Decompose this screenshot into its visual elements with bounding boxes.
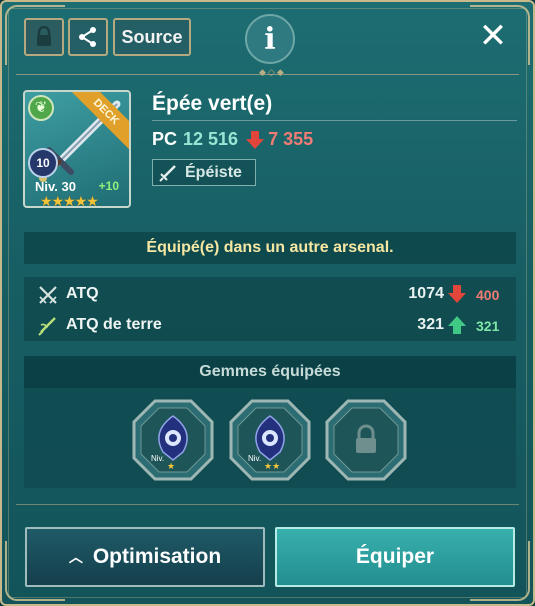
enhance-level: +10 [98,179,119,193]
source-button[interactable]: Source [113,18,191,56]
earth-attack-icon [38,317,56,336]
share-button[interactable] [68,18,108,56]
arrow-down-icon [246,130,265,149]
pc-diff: 7 355 [268,129,314,149]
lock-icon [37,26,51,46]
gems-header: Gemmes équipées [24,356,516,388]
pc-value: 12 516 [183,129,239,149]
stat-name: ATQ [66,285,99,302]
class-tag: Épéiste [152,159,256,186]
stat-diff: 321 [476,318,500,334]
level-badge: 10 [28,148,58,178]
divider-ornament: ◆◇◆ [259,67,286,77]
info-button[interactable]: i [245,14,295,64]
lock-button[interactable] [24,18,64,56]
stat-name: ATQ de terre [66,316,162,333]
sword-class-icon [159,164,176,182]
gem-slot-2[interactable]: Niv. ★★ [228,398,312,482]
equipped-notice: Équipé(e) dans un autre arsenal. [24,232,516,264]
gem-stars: ★ [167,461,176,471]
gem-stars: ★★ [264,461,281,471]
stat-row-atq: ATQ 1074 400 [24,280,516,308]
stats-list: ATQ 1074 400 ATQ de terre 321 321 [24,277,516,341]
equip-label: Équiper [355,545,435,568]
leaf-element-icon: ❦ [28,95,54,121]
stat-diff: 400 [476,287,500,303]
stat-value: 321 [417,316,444,333]
gem-level: Niv. [248,454,262,463]
arrow-up-icon [448,316,466,334]
optimise-label: Optimisation [92,545,222,568]
class-label: Épéiste [185,163,242,181]
stat-row-earth-atq: ATQ de terre 321 321 [24,311,516,339]
item-level: Niv. 30 [35,179,76,194]
item-thumbnail[interactable]: ❦ DECK 10 Niv. 30 +10 ★★★★★ [23,90,131,208]
power-row: PC 12 516 7 355 [152,129,313,150]
divider [16,504,519,505]
share-icon [79,27,96,47]
chevron-up-icon: ︿ [68,549,83,565]
optimise-button[interactable]: ︿ Optimisation [25,527,265,587]
gem-level: Niv. [151,454,165,463]
gem-slot-1[interactable]: Niv. ★ [131,398,215,482]
close-button[interactable]: ✕ [475,16,511,56]
gem-slot-frame [325,399,407,481]
item-detail-panel: Source i ✕ ◆◇◆ ❦ DECK 10 Niv. 30 +10 ★★★… [0,0,535,606]
star-rating: ★★★★★ [40,193,99,208]
arrow-down-icon [448,285,466,303]
equip-button[interactable]: Équiper [275,527,515,587]
gem-slot-3-locked[interactable] [324,398,408,482]
pc-label: PC [152,129,178,149]
item-name: Épée vert(e) [152,92,273,115]
crossed-swords-icon [39,286,57,304]
gems-section: Gemmes équipées Niv. ★ Niv. ★★ [24,356,516,488]
divider [152,120,517,121]
stat-value: 1074 [408,285,444,302]
